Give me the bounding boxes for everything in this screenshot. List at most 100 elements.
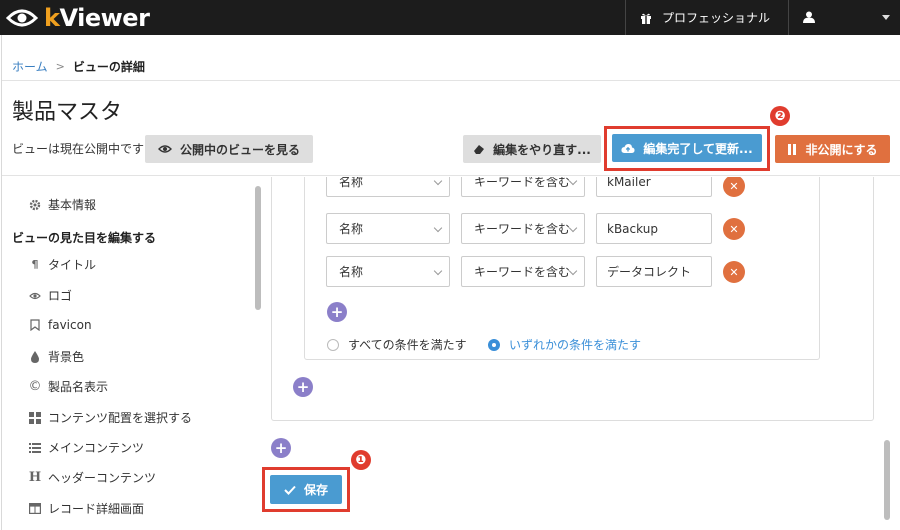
sidebar-item-label: ヘッダーコンテンツ: [48, 471, 157, 485]
close-icon: ✕: [729, 222, 739, 236]
chevron-down-icon: [568, 223, 578, 233]
save-button[interactable]: 保存: [270, 475, 342, 504]
gear-icon: [28, 198, 42, 212]
user-icon: [803, 11, 815, 23]
filter-row-clipped: 名称 キーワードを含む kMailer ✕: [326, 177, 746, 201]
breadcrumb: ホーム > ビューの詳細: [12, 58, 145, 75]
sidebar-item-label: ロゴ: [48, 289, 73, 303]
unpublish-button[interactable]: 非公開にする: [775, 135, 890, 163]
eye-icon: [28, 289, 42, 303]
remove-condition-button[interactable]: ✕: [723, 177, 745, 197]
sidebar-item-favicon[interactable]: favicon: [28, 318, 92, 332]
sidebar-item-label: レコード詳細画面: [48, 502, 145, 516]
operator-select[interactable]: キーワードを含む: [461, 213, 585, 244]
pilcrow-icon: ¶: [31, 258, 39, 271]
remove-condition-button[interactable]: ✕: [723, 218, 745, 240]
copyright-icon: ©: [28, 379, 42, 394]
chevron-down-icon: [568, 266, 578, 276]
add-condition-button[interactable]: +: [327, 302, 347, 322]
sidebar-item-label: 背景色: [48, 350, 85, 364]
plus-icon: +: [274, 438, 288, 457]
droplet-icon: [28, 350, 42, 364]
add-condition-group-button[interactable]: +: [293, 377, 313, 397]
sidebar-item-label: コンテンツ配置を選択する: [48, 411, 193, 425]
badge-1: ❶: [351, 450, 371, 470]
pause-icon: [788, 143, 797, 155]
plan-label: プロフェッショナル: [662, 11, 771, 25]
sidebar-item-main-content[interactable]: メインコンテンツ: [28, 439, 144, 456]
sidebar-item-label: 製品名表示: [48, 380, 109, 394]
badge-2: ❷: [770, 106, 790, 126]
match-any-label: いずれかの条件を満たす: [509, 338, 642, 352]
sidebar-scrollbar[interactable]: [255, 186, 261, 310]
chevron-down-icon: [433, 177, 443, 186]
plan-indicator[interactable]: プロフェッショナル: [640, 0, 770, 35]
gift-icon: [641, 13, 651, 24]
redo-edit-label: 編集をやり直す...: [493, 142, 591, 157]
plus-icon: +: [330, 302, 344, 321]
topbar-divider: [625, 0, 626, 35]
value-input[interactable]: データコレクト: [596, 256, 712, 287]
sidebar-item-label: メインコンテンツ: [48, 441, 145, 455]
cloud-upload-icon: [621, 143, 635, 153]
finish-and-update-label: 編集完了して更新...: [643, 141, 753, 156]
user-menu[interactable]: [800, 0, 900, 35]
match-any-radio[interactable]: いずれかの条件を満たす: [488, 336, 641, 353]
finish-and-update-button[interactable]: 編集完了して更新...: [612, 134, 762, 162]
sidebar-item-basic-info[interactable]: 基本情報: [28, 196, 96, 213]
match-all-radio[interactable]: すべての条件を満たす: [327, 336, 467, 353]
eye-icon: [157, 145, 172, 153]
field-select[interactable]: 名称: [326, 177, 450, 197]
chevron-down-icon: [433, 266, 443, 276]
value-input[interactable]: kMailer: [596, 177, 712, 197]
divider: [2, 80, 900, 81]
check-icon: [284, 485, 296, 495]
divider: [2, 175, 900, 176]
sidebar-item-record-detail[interactable]: レコード詳細画面: [28, 500, 144, 517]
table-icon: [28, 502, 42, 516]
sidebar-item-label: favicon: [48, 318, 92, 332]
operator-select[interactable]: キーワードを含む: [461, 256, 585, 287]
sidebar-item-header-content[interactable]: H ヘッダーコンテンツ: [28, 469, 156, 486]
remove-condition-button[interactable]: ✕: [723, 261, 745, 283]
breadcrumb-home-link[interactable]: ホーム: [12, 58, 48, 75]
match-all-label: すべての条件を満たす: [348, 338, 467, 352]
header-icon: H: [28, 470, 42, 485]
chevron-right-icon: >: [55, 60, 65, 73]
topbar-divider: [788, 0, 789, 35]
eraser-icon: [474, 145, 485, 154]
add-filter-group-button[interactable]: +: [271, 438, 291, 458]
app-logo-text: kViewer: [44, 4, 150, 32]
close-icon: ✕: [729, 265, 739, 279]
breadcrumb-current: ビューの詳細: [72, 60, 145, 74]
app-logo[interactable]: kViewer: [6, 4, 150, 32]
top-bar: kViewer プロフェッショナル: [0, 0, 900, 35]
sidebar-item-background-color[interactable]: 背景色: [28, 348, 84, 365]
sidebar-section-heading: ビューの見た目を編集する: [12, 231, 157, 245]
eye-logo-icon: [6, 9, 38, 27]
chevron-down-icon: [882, 15, 890, 20]
sidebar-item-product-name[interactable]: © 製品名表示: [28, 378, 109, 395]
grid-icon: [28, 411, 42, 425]
sidebar-item-label: 基本情報: [48, 198, 97, 212]
sidebar-item-logo[interactable]: ロゴ: [28, 287, 72, 304]
bookmark-icon: [28, 318, 42, 332]
operator-select[interactable]: キーワードを含む: [461, 177, 585, 197]
sidebar-item-layout[interactable]: コンテンツ配置を選択する: [28, 409, 192, 426]
radio-dot: [488, 338, 500, 351]
sidebar-item-title[interactable]: ¶ タイトル: [28, 256, 97, 273]
view-public-button[interactable]: 公開中のビューを見る: [145, 135, 313, 163]
sidebar-item-label: タイトル: [48, 258, 97, 272]
chevron-down-icon: [568, 177, 578, 186]
publish-status-text: ビューは現在公開中です: [12, 142, 145, 156]
value-input[interactable]: kBackup: [596, 213, 712, 244]
field-select[interactable]: 名称: [326, 213, 450, 244]
plus-icon: +: [296, 377, 310, 396]
main-scrollbar[interactable]: [884, 440, 890, 520]
unpublish-label: 非公開にする: [805, 142, 878, 157]
field-select[interactable]: 名称: [326, 256, 450, 287]
chevron-down-icon: [433, 223, 443, 233]
view-public-label: 公開中のビューを見る: [179, 142, 300, 157]
radio-dot: [327, 338, 339, 351]
redo-edit-button[interactable]: 編集をやり直す...: [463, 135, 601, 163]
